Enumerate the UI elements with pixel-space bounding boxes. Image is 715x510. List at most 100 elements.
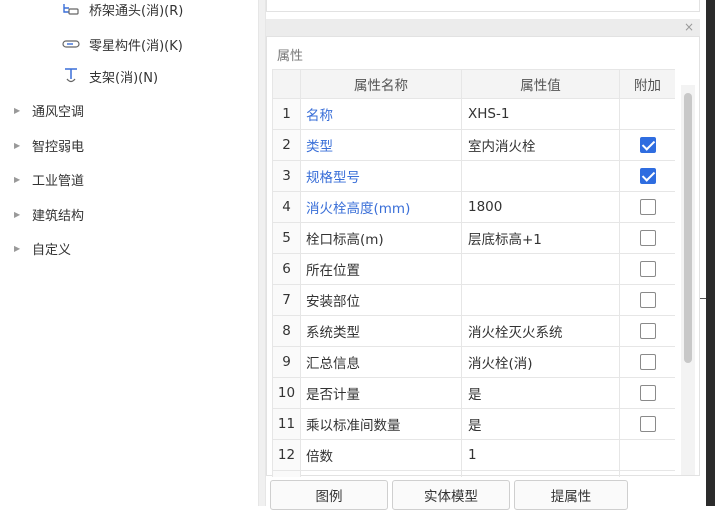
row-index: 10: [272, 377, 301, 409]
property-value[interactable]: 是: [461, 408, 620, 440]
row-index: 11: [272, 408, 301, 440]
attach-cell: [619, 284, 675, 316]
attach-cell: [619, 129, 675, 161]
background-window: [706, 0, 715, 506]
tree-item-misc-component[interactable]: 零星构件(消)(K): [62, 33, 183, 55]
attach-cell: [619, 470, 675, 477]
tray-fitting-icon: [62, 0, 80, 18]
property-value[interactable]: [461, 160, 620, 192]
property-value[interactable]: [461, 284, 620, 316]
tree-item-bracket[interactable]: 支架(消)(N): [62, 65, 158, 87]
attach-cell: [619, 253, 675, 285]
attach-checkbox[interactable]: [639, 385, 656, 401]
panel-header-bar: ×: [266, 19, 700, 36]
tree-category-hvac[interactable]: ▶ 通风空调: [14, 99, 84, 121]
property-row[interactable]: 5 栓口标高(m) 层底标高+1: [272, 222, 675, 254]
panel-title: 属性: [277, 49, 304, 64]
tree-item-label: 支架(消)(N): [89, 70, 159, 86]
misc-component-icon: [62, 35, 80, 53]
attach-checkbox[interactable]: [639, 199, 656, 215]
tree-category-weak-current[interactable]: ▶ 智控弱电: [14, 134, 84, 156]
property-value[interactable]: 室内消火栓: [461, 129, 620, 161]
property-grid: 属性名称 属性值 附加 1 名称 XHS-1 2 类型 室内消火栓 3 规格型号 4 消火栓高度(…: [272, 69, 675, 477]
property-row[interactable]: 4 消火栓高度(mm) 1800: [272, 191, 675, 223]
property-row[interactable]: 12 倍数 1: [272, 439, 675, 471]
tree-item-tray-fitting[interactable]: 桥架通头(消)(R): [62, 0, 183, 20]
row-index: 12: [272, 439, 301, 471]
property-row[interactable]: 10 是否计量是: [272, 377, 675, 409]
property-value[interactable]: 消火栓灭火系统: [461, 315, 620, 347]
property-row[interactable]: 3 规格型号: [272, 160, 675, 192]
property-value[interactable]: [461, 253, 620, 285]
grid-header-row: 属性名称 属性值 附加: [272, 69, 675, 99]
property-name: 规格型号: [300, 160, 462, 192]
property-name: 所在位置: [300, 253, 462, 285]
property-name: 是否计量: [300, 377, 462, 409]
attach-checkbox[interactable]: [639, 137, 656, 153]
property-name: 系统类型: [300, 315, 462, 347]
tree-category-structure[interactable]: ▶ 建筑结构: [14, 203, 84, 225]
tree-item-label: 零星构件(消)(K): [89, 38, 183, 54]
attach-cell: [619, 98, 675, 130]
attach-cell: [619, 439, 675, 471]
row-index: 2: [272, 129, 301, 161]
attach-checkbox[interactable]: [639, 292, 656, 308]
property-row[interactable]: 6 所在位置: [272, 253, 675, 285]
property-row[interactable]: 2 类型 室内消火栓: [272, 129, 675, 161]
property-name: 名称: [300, 98, 462, 130]
row-index: 4: [272, 191, 301, 223]
row-index: 9: [272, 346, 301, 378]
attach-checkbox[interactable]: [639, 230, 656, 246]
property-row[interactable]: 1 名称 XHS-1: [272, 98, 675, 130]
property-value[interactable]: 消火栓(消): [461, 346, 620, 378]
close-icon[interactable]: ×: [684, 19, 694, 36]
attach-cell: [619, 160, 675, 192]
divider-line: [700, 298, 706, 299]
property-value[interactable]: 是: [461, 377, 620, 409]
chevron-right-icon: ▶: [14, 105, 21, 115]
vertical-scrollbar[interactable]: [681, 85, 695, 475]
attach-checkbox[interactable]: [639, 323, 656, 339]
property-name: 汇总信息: [300, 346, 462, 378]
attach-checkbox[interactable]: [639, 168, 656, 184]
tree-category-industrial-pipe[interactable]: ▶ 工业管道: [14, 168, 84, 190]
column-header-index: [272, 69, 301, 99]
column-header-attach[interactable]: 附加: [619, 69, 675, 99]
property-value[interactable]: 层底标高+1: [461, 222, 620, 254]
attach-checkbox[interactable]: [639, 416, 656, 432]
attach-cell: [619, 315, 675, 347]
attach-checkbox[interactable]: [639, 261, 656, 277]
property-value[interactable]: 默认: [461, 470, 620, 477]
property-row[interactable]: 8 系统类型 消火栓灭火系统: [272, 315, 675, 347]
property-row[interactable]: 9 汇总信息 消火栓(消): [272, 346, 675, 378]
property-row[interactable]: 11 乘以标准间数量是: [272, 408, 675, 440]
attach-cell: [619, 377, 675, 409]
property-value[interactable]: XHS-1: [461, 98, 620, 130]
property-name: 倍数: [300, 439, 462, 471]
scrollbar-thumb[interactable]: [684, 93, 692, 363]
panel-splitter[interactable]: [258, 0, 266, 506]
chevron-right-icon: ▶: [14, 174, 21, 184]
chevron-right-icon: ▶: [14, 243, 21, 253]
property-row[interactable]: 13图元楼层归属默认: [272, 470, 675, 477]
row-index: 8: [272, 315, 301, 347]
property-row[interactable]: 7 安装部位: [272, 284, 675, 316]
attach-cell: [619, 408, 675, 440]
component-tree: 桥架通头(消)(R) 零星构件(消)(K) 支架(消)(N) ▶ 通风空调 ▶ …: [0, 0, 258, 506]
property-value[interactable]: 1800: [461, 191, 620, 223]
attach-checkbox[interactable]: [639, 354, 656, 370]
property-name: 栓口标高(m): [300, 222, 462, 254]
column-header-value[interactable]: 属性值: [461, 69, 620, 99]
property-name: 安装部位: [300, 284, 462, 316]
property-name: 乘以标准间数量: [300, 408, 462, 440]
row-index: 5: [272, 222, 301, 254]
upper-panel-edge: [266, 0, 700, 12]
tree-item-label: 桥架通头(消)(R): [89, 3, 184, 19]
property-value[interactable]: 1: [461, 439, 620, 471]
tree-category-custom[interactable]: ▶ 自定义: [14, 237, 71, 259]
column-header-name[interactable]: 属性名称: [300, 69, 462, 99]
bracket-icon: [62, 67, 80, 85]
attach-cell: [619, 191, 675, 223]
row-index: 6: [272, 253, 301, 285]
attach-cell: [619, 222, 675, 254]
